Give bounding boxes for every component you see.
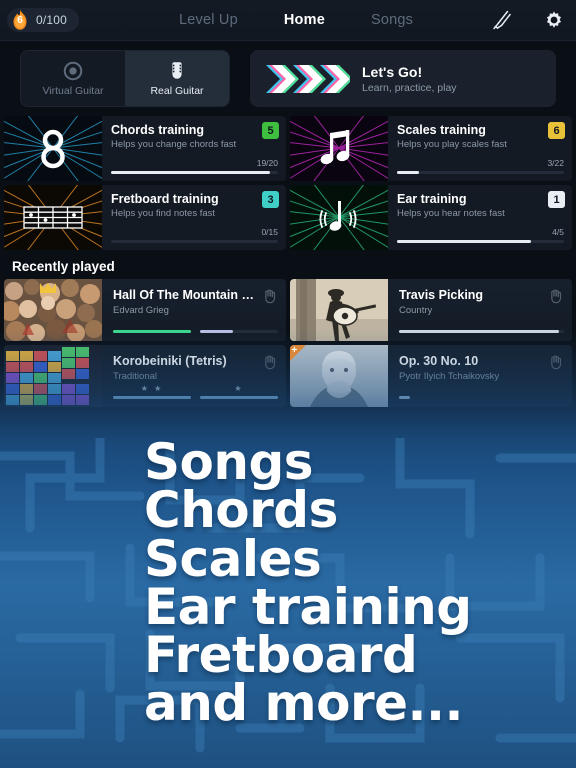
promo-overlay: Songs Chords Scales Ear training Fretboa… [0, 330, 576, 768]
promo-line-and-more: and more... [144, 674, 464, 733]
tuning-fork-icon[interactable] [490, 8, 514, 32]
training-progress-bar [397, 170, 564, 174]
training-title: Ear training [397, 192, 467, 206]
training-subtitle: Helps you hear notes fast [397, 208, 505, 219]
nav-tab-level-up[interactable]: Level Up [179, 12, 238, 28]
mode-virtual-guitar-label: Virtual Guitar [42, 85, 104, 97]
guitar-headstock-icon [166, 60, 188, 82]
lets-go-text: Let's Go! Learn, practice, play [362, 64, 457, 94]
header-icon-group [490, 8, 566, 32]
training-subtitle: Helps you find notes fast [111, 208, 216, 219]
training-card-body: Fretboard training Helps you find notes … [102, 185, 286, 250]
main-nav: Level Up Home Songs [179, 12, 413, 28]
streak-level: 6 [17, 15, 23, 26]
chord-diagram-art [4, 116, 102, 181]
training-subtitle: Helps you change chords fast [111, 139, 237, 150]
promo-line-fretboard: Fretboard [144, 626, 418, 684]
training-card-body: Scales training Helps you play scales fa… [388, 116, 572, 181]
training-card-ear[interactable]: Ear training Helps you hear notes fast 1… [290, 185, 572, 250]
hand-icon [260, 286, 280, 306]
recently-played-heading: Recently played [12, 259, 115, 274]
promo-text-block: Songs Chords Scales Ear training Fretboa… [144, 433, 576, 733]
lets-go-subtitle: Learn, practice, play [362, 81, 457, 94]
training-progress-text: 19/20 [256, 158, 278, 168]
fretboard-art [4, 185, 102, 250]
training-progress-bar [397, 239, 564, 243]
training-title: Fretboard training [111, 192, 219, 206]
mode-real-guitar-label: Real Guitar [150, 85, 204, 97]
song-title: Travis Picking [399, 288, 484, 302]
training-card-scales[interactable]: Scales training Helps you play scales fa… [290, 116, 572, 181]
training-progress-bar [111, 239, 278, 243]
mode-virtual-guitar[interactable]: Virtual Guitar [21, 51, 125, 106]
training-progress-text: 4/5 [552, 227, 564, 237]
training-card-fretboard[interactable]: Fretboard training Helps you find notes … [4, 185, 286, 250]
nav-tab-home[interactable]: Home [284, 12, 325, 28]
nav-tab-songs[interactable]: Songs [371, 12, 413, 28]
mode-row: Virtual Guitar Real Guitar Let's Go! Lea… [0, 41, 576, 116]
mode-real-guitar[interactable]: Real Guitar [125, 51, 229, 106]
training-level-badge: 3 [262, 191, 279, 208]
song-artist: Country [399, 305, 433, 316]
training-progress-bar [111, 170, 278, 174]
training-grid: Chords training Helps you change chords … [0, 116, 576, 250]
hand-icon [546, 286, 566, 306]
target-circle-icon [62, 60, 84, 82]
streak-badge[interactable]: 6 0/100 [7, 8, 80, 32]
promo-line-chords: Chords [144, 481, 338, 540]
training-card-body: Ear training Helps you hear notes fast 1… [388, 185, 572, 250]
promo-line-ear-training: Ear training [144, 577, 472, 636]
song-artist: Edvard Grieg [113, 305, 169, 316]
training-progress-text: 3/22 [547, 158, 564, 168]
lets-go-title: Let's Go! [362, 63, 423, 80]
training-level-badge: 5 [262, 122, 279, 139]
gear-icon[interactable] [542, 8, 566, 32]
app-header: 6 0/100 Level Up Home Songs [0, 0, 576, 41]
song-title: Hall Of The Mountain King [113, 288, 270, 302]
guitar-mode-toggle: Virtual Guitar Real Guitar [20, 50, 230, 107]
training-title: Chords training [111, 123, 205, 137]
training-title: Scales training [397, 123, 486, 137]
training-level-badge: 1 [548, 191, 565, 208]
training-card-chords[interactable]: Chords training Helps you change chords … [4, 116, 286, 181]
promo-line-songs: Songs [144, 433, 314, 491]
training-progress-text: 0/15 [261, 227, 278, 237]
premium-plus-icon: + [291, 345, 298, 356]
triple-chevron-icon [264, 62, 350, 96]
beamed-notes-art [290, 116, 388, 181]
training-card-body: Chords training Helps you change chords … [102, 116, 286, 181]
training-level-badge: 6 [548, 122, 565, 139]
streak-count: 0/100 [36, 13, 68, 27]
sounding-note-art [290, 185, 388, 250]
lets-go-button[interactable]: Let's Go! Learn, practice, play [250, 50, 556, 107]
promo-line-scales: Scales [144, 529, 322, 588]
flame-icon: 6 [10, 9, 30, 31]
training-subtitle: Helps you play scales fast [397, 139, 507, 150]
